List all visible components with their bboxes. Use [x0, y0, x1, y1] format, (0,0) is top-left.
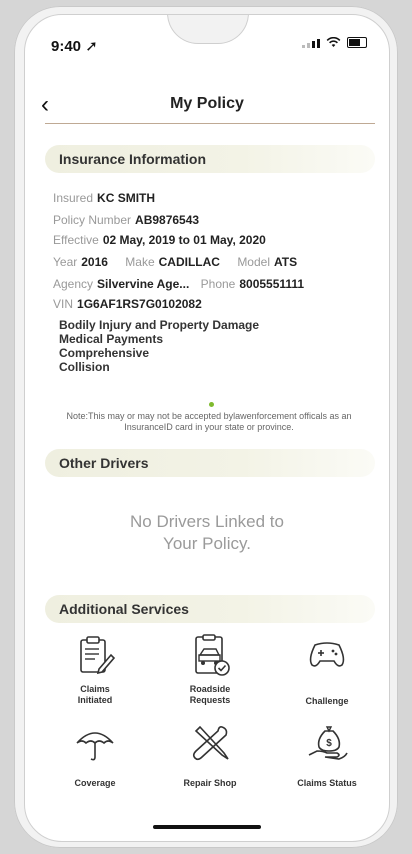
agency-value: Silvervine Age...	[97, 277, 190, 291]
vehicle-row: Year 2016 Make CADILLAC Model ATS	[53, 255, 298, 269]
wrench-screwdriver-icon	[192, 725, 229, 761]
policy-number-value: AB9876543	[135, 213, 200, 227]
no-drivers-message: No Drivers Linked to Your Policy.	[129, 512, 284, 553]
service-coverage[interactable]: Coverage	[45, 721, 145, 789]
insurance-info-header: Insurance Information	[45, 145, 375, 173]
location-arrow-icon: ➚	[81, 38, 98, 55]
home-indicator[interactable]	[153, 825, 261, 829]
insured-value: KC SMITH	[97, 191, 156, 205]
service-claims-initiated[interactable]: Claims Initiated	[45, 633, 145, 706]
service-label: Coverage	[74, 778, 116, 788]
service-repair-shop[interactable]: Repair Shop	[160, 721, 260, 789]
header-divider	[45, 123, 375, 124]
effective-row: Effective 02 May, 2019 to 01 May, 2020	[53, 233, 266, 247]
gamepad-icon	[309, 642, 345, 667]
service-label: Claims Status	[297, 778, 357, 788]
insured-row: Insured KC SMITH	[53, 191, 156, 205]
make-value: CADILLAC	[158, 255, 220, 269]
umbrella-icon	[76, 732, 114, 761]
service-challenge[interactable]: Challenge	[277, 633, 377, 707]
coverage-item: Collision	[59, 360, 110, 374]
app-screen: 9:40 ➚ ‹ My Policy Insurance Information…	[24, 14, 390, 842]
effective-value: 02 May, 2019 to 01 May, 2020	[102, 233, 266, 247]
model-value: ATS	[274, 255, 298, 269]
coverage-item: Comprehensive	[59, 346, 150, 360]
notch	[167, 15, 249, 44]
wifi-icon	[326, 37, 341, 47]
phone-value[interactable]: 8005551111	[239, 277, 304, 291]
other-drivers-header: Other Drivers	[45, 449, 375, 477]
disclaimer-note: Note:This may or may not be accepted byl…	[66, 411, 352, 432]
coverage-item: Medical Payments	[59, 332, 164, 346]
status-icons	[302, 37, 367, 48]
signal-icon	[302, 38, 320, 48]
service-claims-status[interactable]: $ Claims Status	[277, 721, 377, 789]
svg-text:$: $	[326, 738, 332, 749]
tow-truck-clipboard-icon	[195, 634, 230, 676]
additional-services-title: Additional Services	[59, 601, 189, 617]
service-label: Claims Initiated	[77, 684, 113, 705]
clipboard-pencil-icon	[80, 636, 116, 675]
service-label: Roadside Requests	[189, 684, 231, 705]
service-label: Repair Shop	[183, 778, 237, 788]
year-value: 2016	[81, 255, 108, 269]
phone-frame: 9:40 ➚ ‹ My Policy Insurance Information…	[14, 6, 398, 848]
service-label: Challenge	[305, 696, 349, 706]
page-indicator-dot[interactable]	[209, 402, 214, 407]
policy-number-row: Policy Number AB9876543	[53, 213, 200, 227]
coverage-item: Bodily Injury and Property Damage	[59, 318, 260, 332]
page-title: My Policy	[170, 95, 244, 112]
vin-value: 1G6AF1RS7G0102082	[77, 297, 202, 311]
money-bag-hand-icon: $	[308, 726, 348, 760]
other-drivers-title: Other Drivers	[59, 455, 149, 471]
service-roadside-requests[interactable]: Roadside Requests	[160, 633, 260, 706]
insurance-info-title: Insurance Information	[59, 151, 207, 167]
services-grid: Claims Initiated Roadside Requests Chall…	[45, 633, 375, 793]
additional-services-header: Additional Services	[45, 595, 375, 623]
vin-row: VIN 1G6AF1RS7G0102082	[53, 297, 202, 311]
agency-row: Agency Silvervine Age... Phone 8005551111	[53, 277, 305, 291]
coverage-list: Bodily Injury and Property Damage Medica…	[59, 318, 259, 374]
battery-icon	[347, 37, 367, 48]
status-time: 9:40 ➚	[51, 38, 98, 55]
